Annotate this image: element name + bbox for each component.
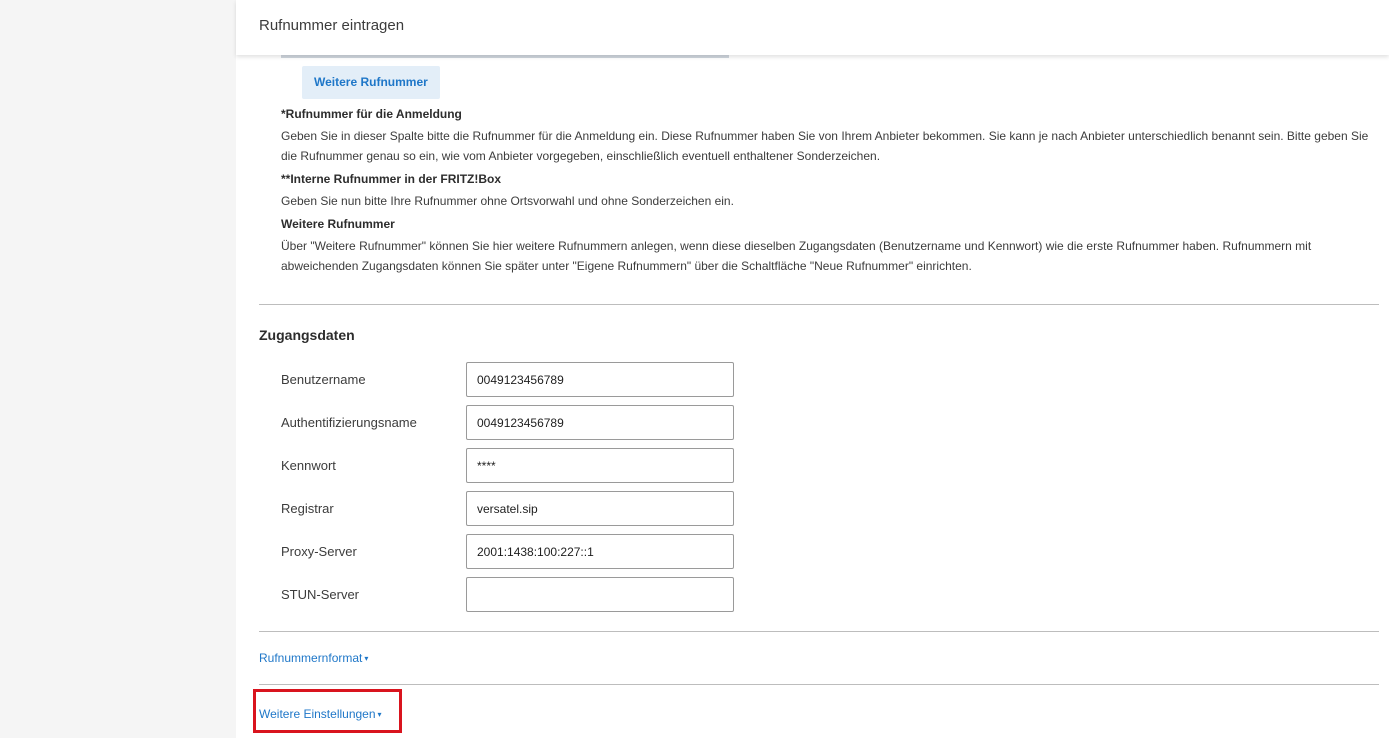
table-bottom-edge (281, 55, 729, 58)
rufnummernformat-label: Rufnummernformat (259, 651, 363, 665)
help-heading-intern: **Interne Rufnummer in der FRITZ!Box (281, 172, 502, 186)
help-text-anmeldung: Geben Sie in dieser Spalte bitte die Ruf… (281, 129, 1369, 163)
help-text-weitere: Über "Weitere Rufnummer" können Sie hier… (281, 239, 1312, 273)
label-proxy-server: Proxy-Server (281, 544, 357, 559)
label-benutzername: Benutzername (281, 372, 366, 387)
label-kennwort: Kennwort (281, 458, 336, 473)
weitere-rufnummer-button[interactable]: Weitere Rufnummer (302, 66, 440, 99)
divider (259, 684, 1379, 685)
caret-down-icon: ▾ (364, 654, 369, 664)
stun-server-input[interactable] (466, 577, 734, 612)
highlight-annotation-box (253, 689, 402, 733)
kennwort-input[interactable] (466, 448, 734, 483)
help-heading-anmeldung: *Rufnummer für die Anmeldung (281, 107, 462, 121)
section-title-zugangsdaten: Zugangsdaten (259, 327, 355, 343)
help-text-block: *Rufnummer für die Anmeldung Geben Sie i… (281, 104, 1381, 279)
authentifizierungsname-input[interactable] (466, 405, 734, 440)
page-title: Rufnummer eintragen (259, 17, 405, 34)
label-registrar: Registrar (281, 501, 334, 516)
label-stun-server: STUN-Server (281, 587, 360, 602)
divider (259, 304, 1379, 305)
rufnummernformat-toggle[interactable]: Rufnummernformat ▾ (259, 651, 368, 665)
proxy-server-input[interactable] (466, 534, 734, 569)
label-authentifizierungsname: Authentifizierungsname (281, 415, 417, 430)
page-header: Rufnummer eintragen (236, 0, 1389, 55)
left-navigation-panel (0, 0, 236, 738)
help-text-intern: Geben Sie nun bitte Ihre Rufnummer ohne … (281, 194, 734, 208)
benutzername-input[interactable] (466, 362, 734, 397)
help-heading-weitere: Weitere Rufnummer (281, 217, 395, 231)
main-content: Rufnummer eintragen Weitere Rufnummer *R… (236, 0, 1389, 738)
registrar-input[interactable] (466, 491, 734, 526)
divider (259, 631, 1379, 632)
